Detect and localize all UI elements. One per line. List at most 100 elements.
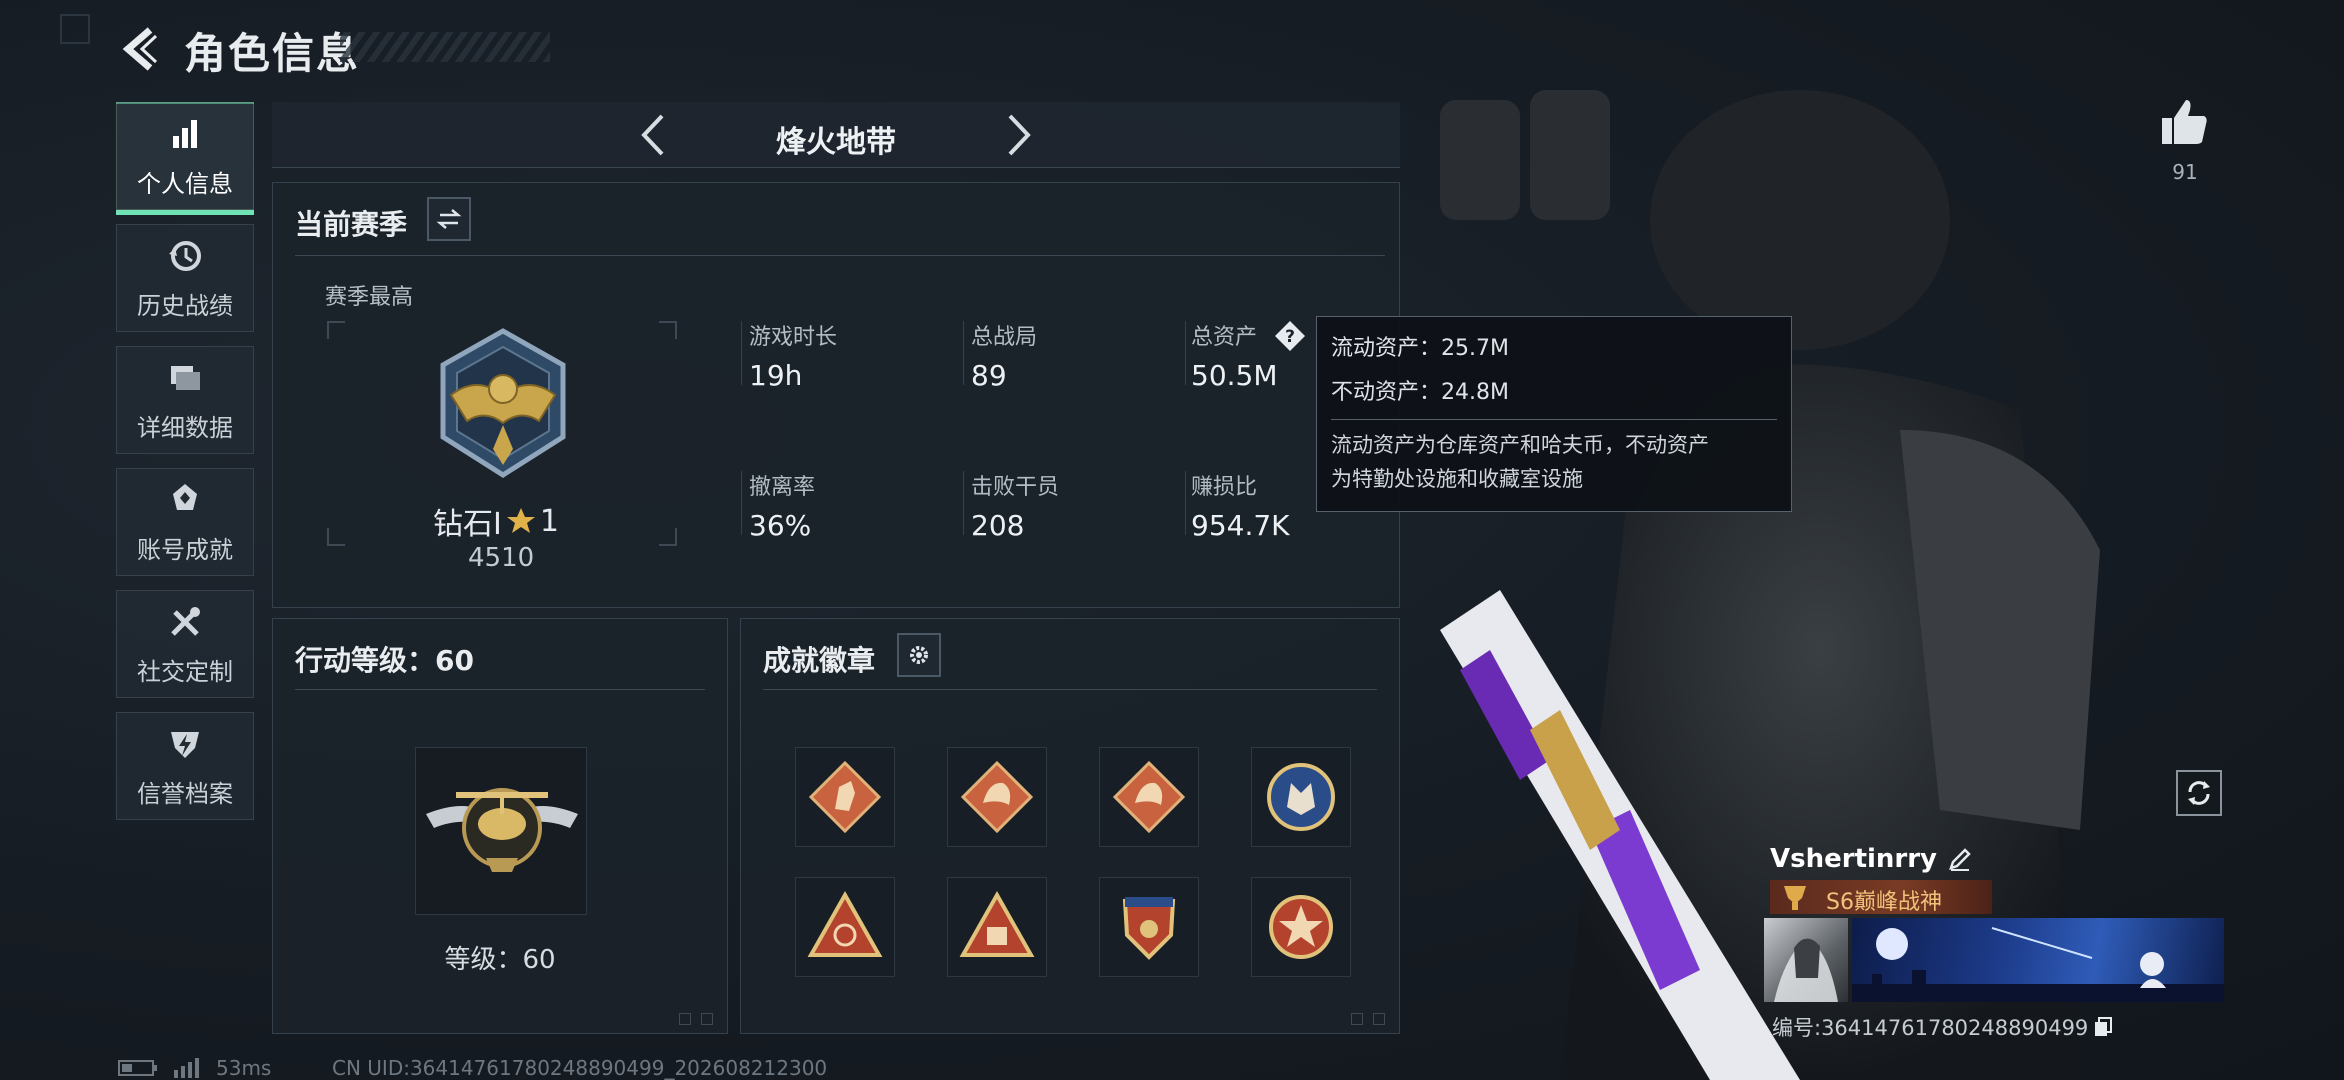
corner-decoration — [701, 1013, 713, 1025]
divider — [741, 471, 742, 535]
player-id: 编号:36414761780248890499 — [1772, 1012, 2114, 1042]
nav-item-social-custom[interactable]: 社交定制 — [116, 590, 254, 698]
stat-label-extraction-rate: 撤离率 — [749, 475, 816, 500]
gear-icon — [910, 646, 928, 664]
like-count: 91 — [2172, 160, 2198, 184]
stat-value-total-assets: 50.5M — [1191, 359, 1278, 392]
edit-pencil-icon[interactable] — [1947, 846, 1973, 872]
achievement-badge[interactable] — [947, 877, 1047, 977]
history-clock-icon — [169, 240, 201, 271]
wolf-round-badge-icon — [1267, 763, 1335, 831]
nav-item-history[interactable]: 历史战绩 — [116, 224, 254, 332]
badge-settings-button[interactable] — [897, 633, 941, 677]
stat-value-matches: 89 — [971, 359, 1007, 392]
stat-value-extraction-rate: 36% — [749, 509, 812, 542]
achievement-badge[interactable] — [947, 747, 1047, 847]
tooltip-fixed-assets: 不动资产：24.8M — [1331, 380, 1509, 405]
achievement-badge[interactable] — [1099, 877, 1199, 977]
mode-selector: 烽火地带 — [272, 102, 1400, 168]
copy-icon[interactable] — [2092, 1016, 2114, 1038]
status-bar: 53ms — [118, 1056, 271, 1080]
mode-title: 烽火地带 — [776, 125, 896, 160]
stat-value-kills: 208 — [971, 509, 1025, 542]
signal-icon — [174, 1058, 199, 1078]
nav-item-achievements[interactable]: 账号成就 — [116, 468, 254, 576]
folder-data-icon — [171, 365, 200, 390]
tooltip-liquid-assets: 流动资产：25.7M — [1331, 336, 1509, 361]
nav-item-credit-record[interactable]: 信誉档案 — [116, 712, 254, 820]
tooltip-description-2: 为特勤处设施和收藏室设施 — [1331, 467, 1583, 491]
page-title: 角色信息 — [184, 29, 361, 78]
stat-label-playtime: 游戏时长 — [749, 325, 838, 350]
achievement-icon — [173, 483, 197, 510]
dragon-diamond-badge-icon — [960, 760, 1034, 834]
achievement-badge[interactable] — [795, 877, 895, 977]
nav-item-detailed-data[interactable]: 详细数据 — [116, 346, 254, 454]
rotate-model-button[interactable] — [2176, 770, 2222, 816]
uid-text: CN UID:36414761780248890499_202608212300 — [332, 1056, 828, 1080]
player-name-text: Vshertinrry — [1770, 844, 1938, 874]
horse-diamond-badge-icon — [808, 760, 882, 834]
tools-icon — [171, 606, 200, 636]
nav-label: 历史战绩 — [137, 291, 233, 320]
profile-banner[interactable] — [1852, 918, 2224, 1002]
stat-label-kills: 击败干员 — [971, 475, 1060, 500]
divider — [1331, 419, 1777, 420]
stat-value-profit-ratio: 954.7K — [1191, 509, 1290, 542]
stat-label-profit-ratio: 赚损比 — [1191, 475, 1258, 500]
divider — [741, 321, 742, 385]
next-mode-arrow-icon[interactable] — [992, 110, 1042, 160]
player-id-text: 编号:36414761780248890499 — [1772, 1016, 2089, 1040]
star-icon — [506, 508, 535, 533]
nav-label: 个人信息 — [137, 169, 233, 198]
refresh-icon — [2188, 781, 2210, 805]
battery-icon — [118, 1060, 157, 1076]
title-badge-text: S6巅峰战神 — [1826, 890, 1942, 915]
corner-decoration — [679, 1013, 691, 1025]
crate-triangle-badge-icon — [959, 890, 1035, 957]
divider — [1185, 321, 1186, 385]
rank-score: 4510 — [468, 543, 535, 573]
dragon-diamond-badge-icon — [1112, 760, 1186, 834]
level-text: 等级：60 — [444, 945, 556, 975]
achievement-badge[interactable] — [1251, 877, 1351, 977]
night-sky-banner-image — [1852, 927, 2224, 1002]
help-icon[interactable]: ? — [1273, 319, 1307, 353]
achievement-badge[interactable] — [1099, 747, 1199, 847]
shield-lightning-icon — [171, 731, 199, 758]
diamond-rank-emblem-icon — [440, 328, 566, 478]
nav-label: 社交定制 — [137, 657, 233, 686]
season-panel: 当前赛季 赛季最高 钻石Ⅰ 1 4510 游戏时长 19h 总战局 89 总资产… — [272, 182, 1400, 608]
stat-label-matches: 总战局 — [971, 325, 1038, 350]
thumbs-up-icon[interactable] — [2158, 96, 2210, 148]
corner-decoration — [60, 14, 90, 44]
divider — [963, 471, 964, 535]
level-heading: 行动等级：60 — [295, 644, 474, 677]
rank-name: 钻石Ⅰ 1 — [433, 499, 559, 543]
swap-icon — [436, 209, 462, 229]
stat-value-playtime: 19h — [749, 359, 803, 392]
divider — [763, 689, 1377, 690]
season-heading: 当前赛季 — [295, 208, 408, 241]
stat-label-total-assets: 总资产 — [1191, 325, 1258, 350]
assets-tooltip: 流动资产：25.7M 不动资产：24.8M 流动资产为仓库资产和哈夫币，不动资产… — [1316, 316, 1792, 512]
back-arrow-icon[interactable] — [116, 24, 166, 74]
achievement-badge[interactable] — [795, 747, 895, 847]
ping-text: 53ms — [216, 1056, 272, 1080]
target-triangle-badge-icon — [807, 890, 883, 957]
nav-label: 账号成就 — [137, 535, 233, 564]
divider — [963, 321, 964, 385]
switch-season-button[interactable] — [427, 197, 471, 241]
tooltip-description-1: 流动资产为仓库资产和哈夫币，不动资产 — [1331, 433, 1709, 457]
nav-label: 信誉档案 — [137, 779, 233, 808]
season-best-label: 赛季最高 — [325, 285, 414, 310]
star-round-badge-icon — [1269, 895, 1333, 959]
nav-item-personal-info[interactable]: 个人信息 — [116, 102, 254, 215]
rank-stars: 1 — [539, 503, 559, 539]
level-badge — [415, 747, 587, 915]
svg-text:?: ? — [1285, 327, 1295, 347]
shield-badge-icon — [1122, 897, 1176, 960]
achievement-badge[interactable] — [1251, 747, 1351, 847]
rank-title: 钻石Ⅰ — [433, 507, 502, 542]
avatar[interactable] — [1764, 918, 1848, 1002]
